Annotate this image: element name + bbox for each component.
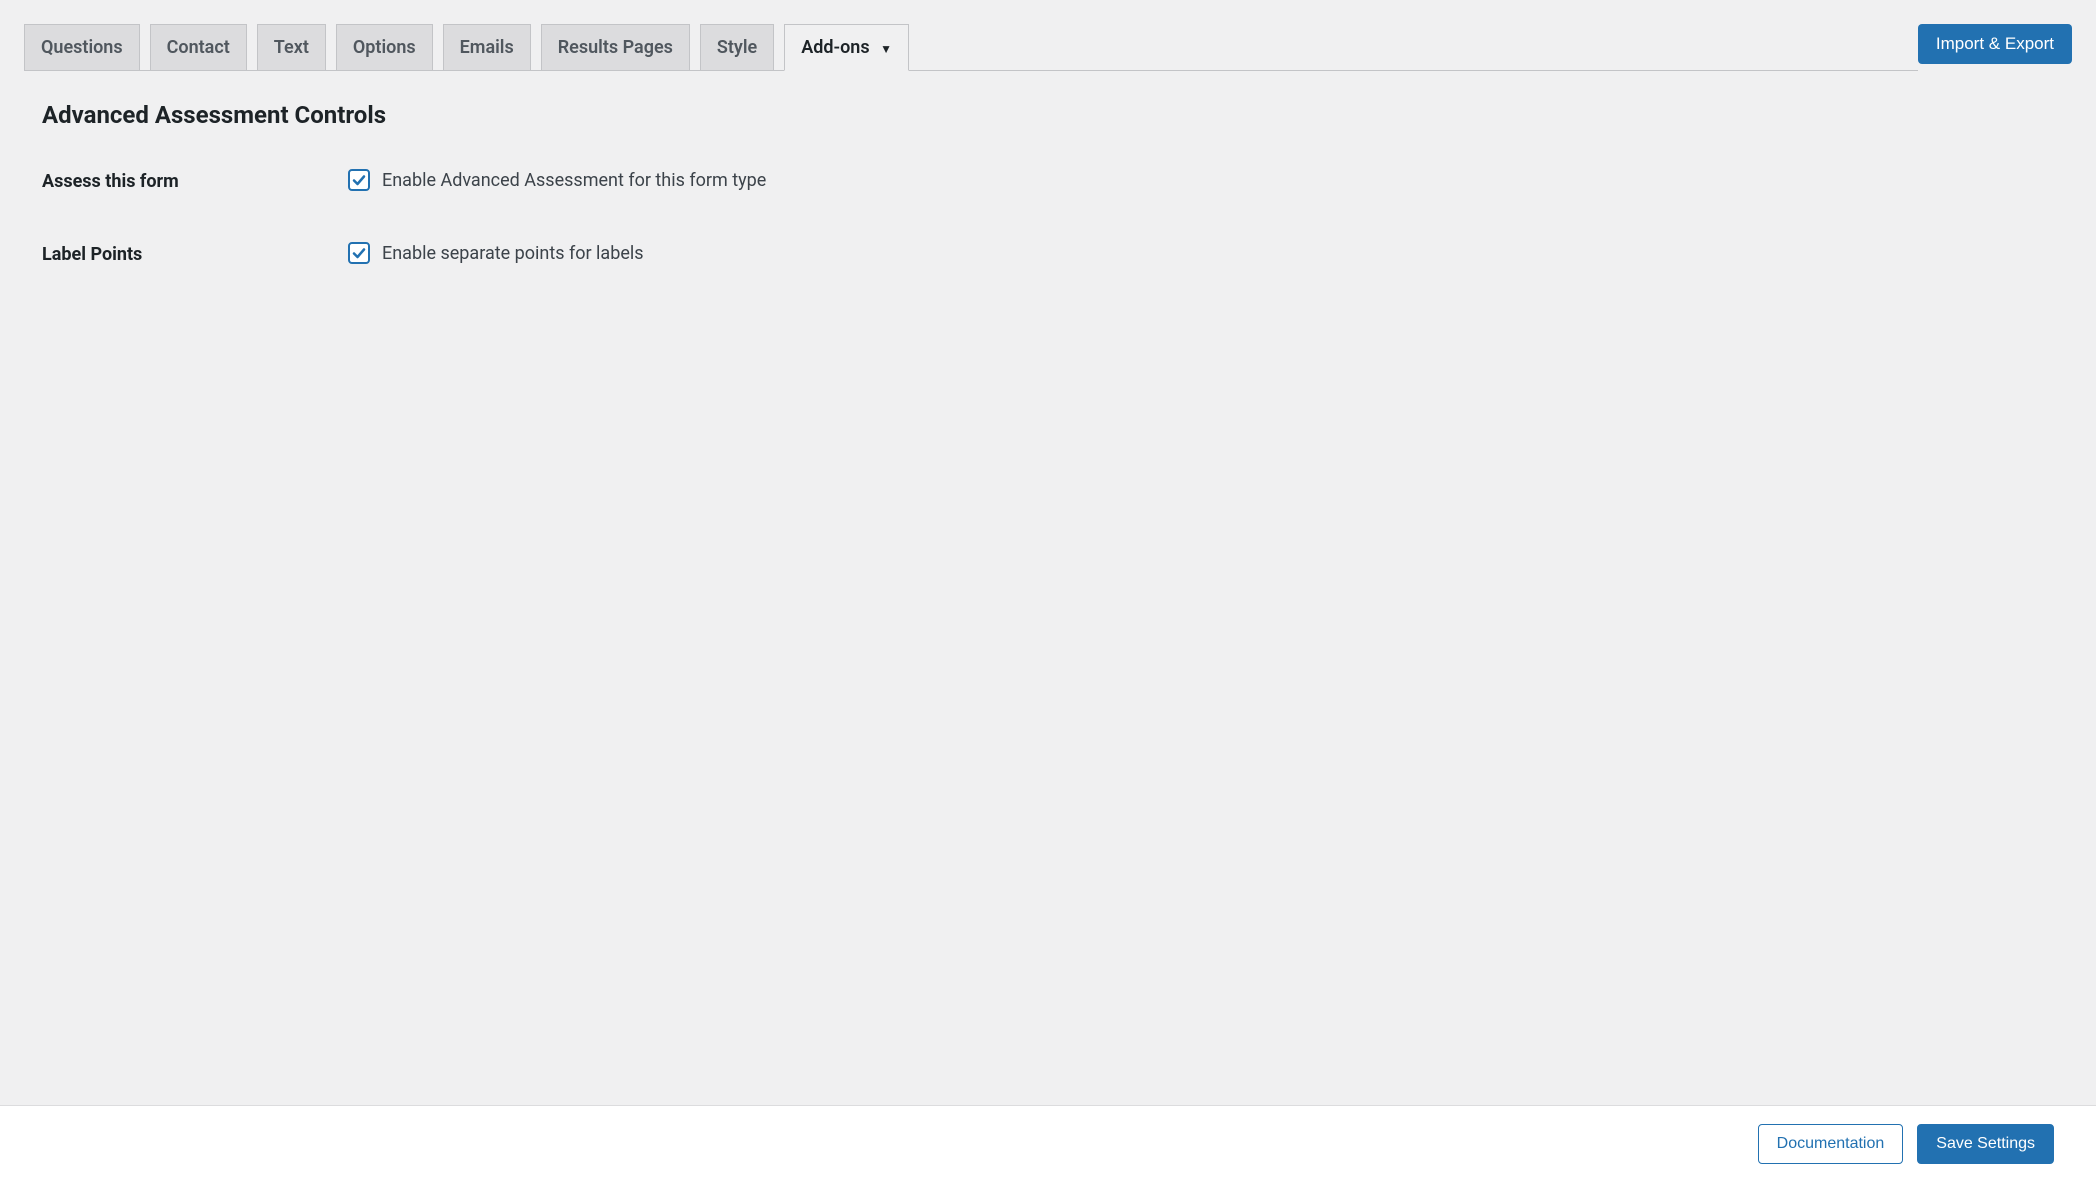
check-icon [351, 245, 367, 261]
tab-contact[interactable]: Contact [150, 24, 247, 71]
tab-results-pages[interactable]: Results Pages [541, 24, 690, 71]
tab-emails[interactable]: Emails [443, 24, 531, 71]
tab-bar: Questions Contact Text Options Emails Re… [24, 24, 1918, 71]
tab-text[interactable]: Text [257, 24, 326, 71]
setting-label-points-label: Label Points [42, 242, 348, 265]
assess-form-checkbox[interactable] [348, 169, 370, 191]
label-points-checkbox[interactable] [348, 242, 370, 264]
tab-add-ons[interactable]: Add-ons ▼ [784, 24, 909, 71]
section-title: Advanced Assessment Controls [42, 101, 2054, 129]
chevron-down-icon: ▼ [880, 42, 892, 56]
content-area: Advanced Assessment Controls Assess this… [0, 71, 2096, 1105]
tab-style[interactable]: Style [700, 24, 774, 71]
footer-bar: Documentation Save Settings [0, 1105, 2096, 1182]
tab-questions[interactable]: Questions [24, 24, 140, 71]
tab-add-ons-label: Add-ons [801, 37, 869, 58]
import-export-button[interactable]: Import & Export [1918, 24, 2072, 64]
setting-label-points: Label Points Enable separate points for … [42, 242, 2054, 265]
setting-assess-form: Assess this form Enable Advanced Assessm… [42, 169, 2054, 192]
setting-assess-form-label: Assess this form [42, 169, 348, 192]
label-points-checkbox-label: Enable separate points for labels [382, 243, 644, 264]
assess-form-checkbox-label: Enable Advanced Assessment for this form… [382, 170, 766, 191]
documentation-button[interactable]: Documentation [1758, 1124, 1904, 1164]
check-icon [351, 172, 367, 188]
tab-options[interactable]: Options [336, 24, 433, 71]
save-settings-button[interactable]: Save Settings [1917, 1124, 2054, 1164]
